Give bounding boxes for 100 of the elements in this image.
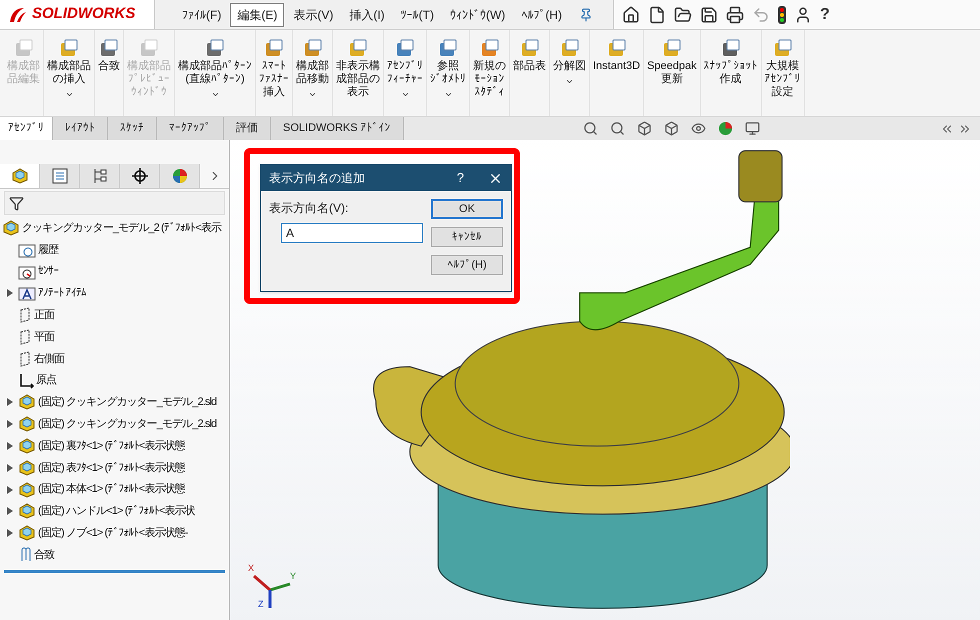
caret-icon[interactable] — [308, 90, 317, 99]
ribbon-label: ﾓｰｼｮﾝ — [474, 73, 504, 86]
command-tab[interactable]: ｱｾﾝﾌﾞﾘ — [0, 117, 53, 140]
monitor-icon[interactable] — [745, 121, 760, 136]
command-tab[interactable]: ﾏｰｸｱｯﾌﾟ — [157, 117, 224, 140]
ribbon-button[interactable]: Speedpak 更新 — [644, 30, 701, 116]
ribbon-button[interactable]: ｽﾅｯﾌﾟｼｮｯﾄ 作成 — [700, 30, 762, 116]
tree-item[interactable]: (固定) クッキングカッター_モデル_2.sld — [38, 416, 216, 433]
home-icon[interactable] — [622, 6, 640, 24]
menu-item[interactable]: ﾍﾙﾌﾟ(H) — [514, 2, 569, 26]
view-name-input[interactable]: A — [281, 223, 423, 243]
tree-item[interactable]: (固定) ハンドル<1> (ﾃﾞﾌｫﾙﾄ<表示状 — [38, 503, 195, 520]
save-icon[interactable] — [700, 6, 718, 24]
ribbon-label: 構成部品ﾊﾟﾀｰﾝ — [178, 60, 252, 73]
plane-icon — [18, 350, 32, 367]
menu-item[interactable]: 挿入(I) — [342, 2, 392, 26]
menu-item[interactable]: ｳｨﾝﾄﾞｳ(W) — [442, 2, 512, 26]
crosshair-icon — [132, 168, 148, 184]
field-label: 表示方向名(V): — [269, 200, 350, 217]
tree-item[interactable]: (固定) ノブ<1> (ﾃﾞﾌｫﾙﾄ<表示状態- — [38, 525, 188, 542]
tree-item[interactable]: 原点 — [36, 372, 56, 389]
expand-arrow-icon[interactable] — [7, 486, 13, 494]
ribbon-button[interactable]: 構成部 品移動 — [293, 30, 333, 116]
filter-icon[interactable] — [9, 196, 24, 210]
eye-icon[interactable] — [691, 121, 706, 136]
view-cube-icon[interactable] — [637, 121, 652, 136]
ribbon-label: 参照 — [437, 60, 459, 73]
print-icon[interactable] — [726, 6, 744, 24]
expand-arrow-icon[interactable] — [7, 442, 13, 450]
tree-item[interactable]: 履歴 — [38, 242, 58, 258]
command-tab[interactable]: ﾚｲｱｳﾄ — [53, 117, 108, 140]
tree-item[interactable]: ｾﾝｻｰ — [38, 263, 58, 280]
expand-arrow-icon[interactable] — [7, 398, 13, 406]
ribbon-button[interactable]: 構成部品 の挿入 — [44, 30, 95, 116]
tree-item[interactable]: (固定) 表ﾌﾀ<1> (ﾃﾞﾌｫﾙﾄ<表示状態 — [38, 460, 185, 476]
open-folder-icon[interactable] — [674, 6, 692, 24]
ribbon-button[interactable]: 分解図 — [550, 30, 590, 116]
part-cube-icon — [18, 460, 36, 476]
menu-item[interactable]: ﾌｧｲﾙ(F) — [175, 2, 228, 26]
ribbon-button[interactable]: ｽﾏｰﾄ ﾌｧｽﾅｰ 挿入 — [256, 30, 293, 116]
caret-icon[interactable] — [400, 90, 410, 99]
menu-item[interactable]: 表示(V) — [286, 2, 340, 26]
filter-field[interactable] — [4, 191, 225, 215]
tree-item[interactable]: 平面 — [34, 328, 54, 346]
tree-item[interactable]: (固定) 裏ﾌﾀ<1> (ﾃﾞﾌｫﾙﾄ<表示状態 — [38, 438, 185, 454]
caret-icon[interactable] — [444, 90, 452, 99]
help-button[interactable]: ? — [456, 168, 464, 188]
ribbon-button[interactable]: ｱｾﾝﾌﾞﾘ ﾌｨｰﾁｬｰ — [384, 30, 427, 116]
dialog-button[interactable]: ｷｬﾝｾﾙ — [431, 227, 503, 247]
ribbon-button[interactable]: 非表示構 成部品の 表示 — [333, 30, 384, 116]
expand-arrow-icon[interactable] — [7, 289, 13, 298]
expand-arrow-icon[interactable] — [7, 529, 13, 538]
expand-arrow-icon[interactable] — [7, 464, 13, 472]
ribbon-label: ﾌｧｽﾅｰ — [259, 73, 289, 86]
part-cube-icon — [2, 220, 20, 236]
ribbon-label: (直線ﾊﾟﾀｰﾝ) — [185, 73, 245, 86]
ribbon-label: ｽﾅｯﾌﾟｼｮｯﾄ — [704, 60, 758, 73]
annotation-folder-icon — [18, 285, 36, 302]
ribbon-button[interactable]: 部品表 — [510, 30, 550, 116]
panel-tab[interactable] — [80, 164, 120, 188]
panel-tab[interactable] — [0, 164, 40, 188]
part-cube-icon — [18, 503, 36, 520]
command-tab[interactable]: SOLIDWORKS ｱﾄﾞｲﾝ — [271, 117, 404, 140]
tree-item[interactable]: クッキングカッター_モデル_2 (ﾃﾞﾌｫﾙﾄ<表示 — [22, 220, 221, 236]
tree-item[interactable]: 正面 — [34, 307, 54, 324]
ribbon-button[interactable]: 構成部品ﾊﾟﾀｰﾝ (直線ﾊﾟﾀｰﾝ) — [175, 30, 256, 116]
caret-icon[interactable] — [210, 90, 220, 99]
expand-arrow-icon[interactable] — [7, 420, 13, 428]
menu-item[interactable]: 編集(E) — [230, 2, 284, 26]
tree-item[interactable]: (固定) クッキングカッター_モデル_2.sld — [38, 394, 216, 411]
dialog-button[interactable]: OK — [431, 199, 503, 219]
ribbon-button[interactable]: 新規の ﾓｰｼｮﾝ ｽﾀﾃﾞｨ — [470, 30, 510, 116]
tree-item[interactable]: 右側面 — [34, 350, 64, 368]
command-tab[interactable]: ｽｹｯﾁ — [108, 117, 157, 140]
ribbon-button[interactable]: 大規模 ｱｾﾝﾌﾞﾘ 設定 — [762, 30, 805, 116]
panel-tab[interactable] — [40, 164, 80, 188]
command-tab[interactable]: 評価 — [224, 117, 271, 140]
zoom-icon[interactable] — [583, 121, 598, 136]
logo-text: SOLIDWORKS — [32, 4, 136, 24]
ribbon-button[interactable]: 合致 — [95, 30, 124, 116]
tree-item[interactable]: 合致 — [34, 546, 54, 564]
caret-icon[interactable] — [64, 90, 74, 99]
zoom-area-icon[interactable] — [610, 121, 626, 136]
dialog-button[interactable]: ﾍﾙﾌﾟ(H) — [431, 255, 503, 275]
new-file-icon[interactable] — [648, 6, 666, 24]
caret-icon[interactable] — [565, 77, 574, 86]
ribbon-button[interactable]: 参照 ｼﾞｵﾒﾄﾘ — [427, 30, 470, 116]
ribbon-label: 構成部品 — [127, 60, 171, 73]
panel-tab[interactable] — [120, 164, 160, 188]
tree-item[interactable]: ｱﾉﾃｰﾄ ｱｲﾃﾑ — [38, 285, 86, 302]
tree-item[interactable]: (固定) 本体<1> (ﾃﾞﾌｫﾙﾄ<表示状態 — [38, 481, 185, 498]
ribbon-label: 非表示構 — [336, 60, 380, 72]
menu-item[interactable]: ﾂｰﾙ(T) — [394, 2, 441, 26]
pin-icon[interactable] — [578, 8, 593, 22]
traffic-light-icon[interactable] — [778, 6, 786, 24]
ribbon-label: 部品表 — [513, 60, 546, 73]
color-ball-icon[interactable] — [718, 121, 734, 136]
ribbon-button[interactable]: Instant3D — [590, 30, 644, 116]
help-button[interactable]: ? — [820, 2, 830, 26]
expand-arrow-icon[interactable] — [7, 507, 13, 516]
